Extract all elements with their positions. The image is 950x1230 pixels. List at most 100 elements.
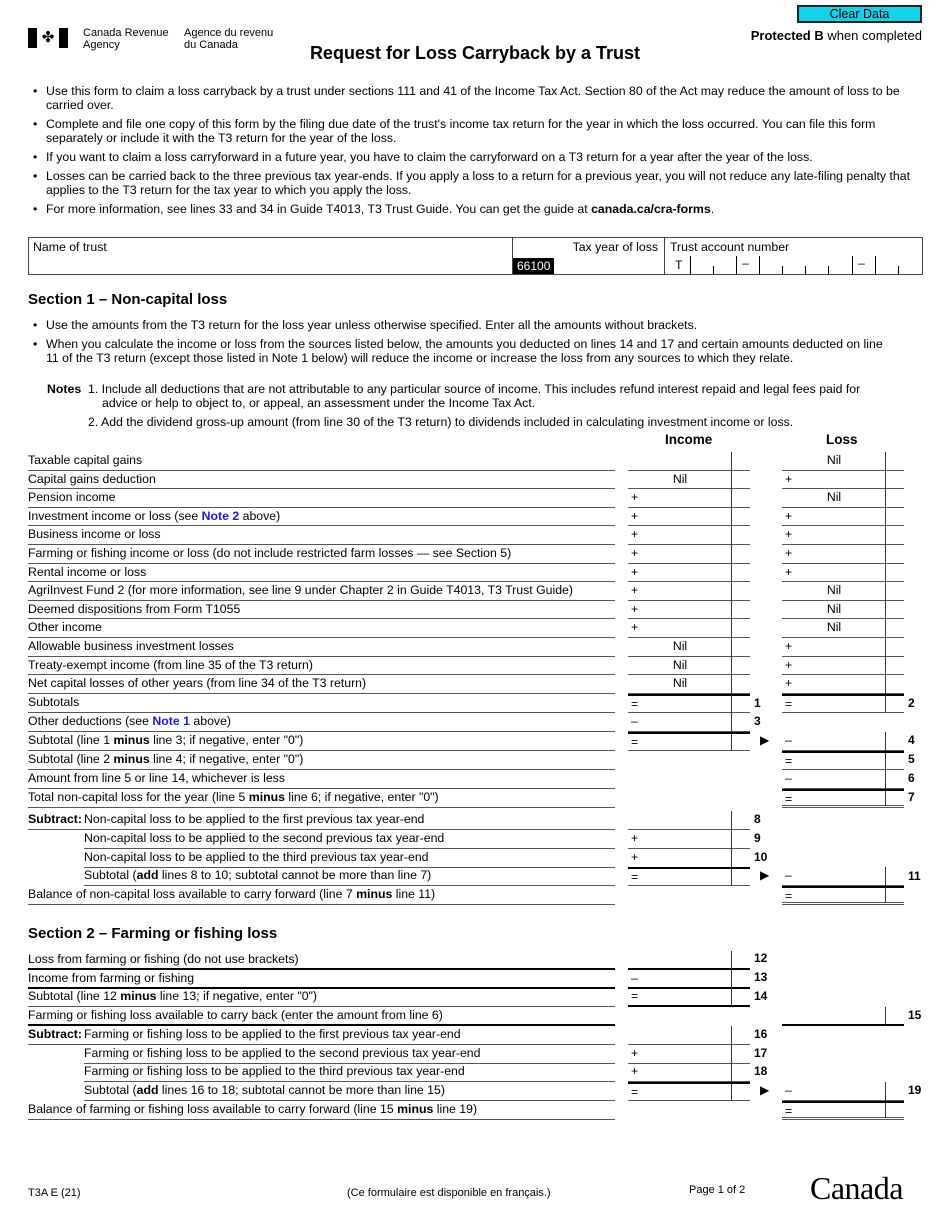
plus-sign: + [631, 601, 639, 616]
line3-field[interactable]: – [628, 713, 750, 732]
line15-field[interactable] [782, 1007, 904, 1026]
label-bold: minus [397, 1102, 434, 1116]
cents-divider [885, 526, 886, 546]
cents-divider [885, 770, 886, 789]
label-text: Balance of non-capital loss available to… [28, 887, 357, 901]
line12-field[interactable] [628, 951, 750, 970]
income-field[interactable]: + [628, 600, 750, 620]
digit-divider [805, 266, 806, 274]
line-number-10: 10 [754, 850, 768, 864]
line9-field[interactable]: + [628, 830, 750, 849]
line4-income-field[interactable]: = [628, 732, 750, 751]
row-label: Pension income [28, 489, 615, 508]
plus-sign: + [785, 508, 793, 523]
income-field[interactable] [628, 452, 750, 471]
subtract-label: Subtract: [28, 812, 82, 826]
loss-field: Nil [782, 582, 904, 601]
line17-field[interactable]: + [628, 1045, 750, 1064]
nil-value: Nil [672, 639, 688, 653]
label-bold: minus [113, 752, 150, 766]
line-number-13: 13 [754, 970, 768, 984]
loss-field[interactable]: + [782, 526, 904, 546]
cents-divider [731, 582, 732, 601]
nil-value: Nil [672, 657, 688, 672]
plus-sign: + [631, 620, 639, 635]
section2-heading: Section 2 – Farming or fishing loss [28, 925, 278, 942]
digit-divider [713, 266, 714, 274]
loss-field[interactable]: + [782, 638, 904, 657]
line19-income-field[interactable]: = [628, 1082, 750, 1101]
label-text: above) [190, 714, 232, 728]
line11-income-field[interactable]: = [628, 867, 750, 886]
line5-field[interactable]: = [782, 751, 904, 770]
line8-field[interactable] [628, 811, 750, 830]
cents-divider [731, 507, 732, 527]
balance-field[interactable]: = [782, 886, 904, 905]
income-field[interactable]: + [628, 507, 750, 527]
note-1-link[interactable]: Note 1 [152, 714, 190, 728]
label-text: above) [239, 508, 281, 523]
label-bold: add [136, 1083, 159, 1097]
loss-field[interactable]: + [782, 507, 904, 527]
page-title: Request for Loss Carryback by a Trust [309, 43, 641, 63]
equals-sign: = [631, 697, 639, 711]
intro-bullet: Use this form to claim a loss carryback … [30, 84, 925, 112]
balance2-field[interactable]: = [782, 1101, 904, 1120]
label-bold: add [136, 868, 159, 882]
cra-forms-link[interactable]: canada.ca/cra-forms [591, 202, 711, 216]
cents-divider [885, 1007, 886, 1025]
line-number-11: 11 [908, 869, 921, 883]
row-line18-label: Farming or fishing loss to be applied to… [84, 1063, 615, 1082]
row-label: Treaty-exempt income (from line 35 of th… [28, 657, 615, 676]
line7-field[interactable]: = [782, 789, 904, 808]
label-bold: minus [113, 733, 150, 747]
cents-divider [885, 753, 886, 770]
line-number-1: 1 [754, 696, 761, 710]
line10-field[interactable]: + [628, 849, 750, 868]
digit-divider [690, 256, 691, 274]
tax-year-of-loss-field[interactable]: Tax year of loss 66100 [513, 238, 665, 274]
line13-field[interactable]: – [628, 970, 750, 989]
income-field[interactable]: + [628, 619, 750, 639]
row-label: Deemed dispositions from Form T1055 [28, 601, 615, 620]
tax-year-label: Tax year of loss [572, 240, 658, 254]
line4-loss-field[interactable]: – [782, 732, 904, 751]
trust-account-number-field[interactable]: Trust account number T – – [666, 238, 922, 274]
row-label: Net capital losses of other years (from … [28, 675, 615, 694]
row-label: AgriInvest Fund 2 (for more information,… [28, 582, 615, 601]
minus-sign: – [785, 1083, 792, 1097]
loss-field[interactable]: + [782, 656, 904, 676]
label-bold: minus [120, 989, 157, 1003]
french-availability-note: (Ce formulaire est disponible en françai… [347, 1187, 551, 1199]
page-number: Page 1 of 2 [689, 1184, 746, 1196]
line6-field[interactable]: – [782, 770, 904, 789]
loss-field[interactable]: + [782, 545, 904, 564]
line-number-14: 14 [754, 989, 768, 1003]
loss-field[interactable]: + [782, 675, 904, 694]
intro-bullet: For more information, see lines 33 and 3… [30, 202, 925, 216]
subtotals-income-field[interactable]: = [628, 694, 750, 713]
cents-divider [885, 732, 886, 751]
loss-field[interactable]: + [782, 563, 904, 583]
income-field[interactable]: + [628, 545, 750, 564]
nil-value: Nil [672, 676, 688, 691]
clear-data-button[interactable]: Clear Data [797, 5, 922, 23]
income-field[interactable]: + [628, 526, 750, 546]
cents-divider [731, 489, 732, 508]
line18-field[interactable]: + [628, 1063, 750, 1082]
line14-field[interactable]: = [628, 988, 750, 1007]
cents-divider [731, 1084, 732, 1101]
income-field[interactable]: + [628, 563, 750, 583]
name-of-trust-field[interactable]: Name of trust [29, 238, 513, 274]
line16-field[interactable] [628, 1026, 750, 1045]
subtotals-loss-field[interactable]: = [782, 694, 904, 713]
plus-sign: + [785, 471, 793, 486]
line11-loss-field[interactable]: – [782, 867, 904, 886]
cents-divider [731, 452, 732, 471]
note-2-link[interactable]: Note 2 [202, 509, 240, 523]
income-field[interactable]: + [628, 489, 750, 508]
loss-field[interactable]: + [782, 470, 904, 490]
line19-loss-field[interactable]: – [782, 1082, 904, 1101]
income-field[interactable]: + [628, 582, 750, 601]
protected-b-label: Protected B when completed [751, 28, 922, 43]
